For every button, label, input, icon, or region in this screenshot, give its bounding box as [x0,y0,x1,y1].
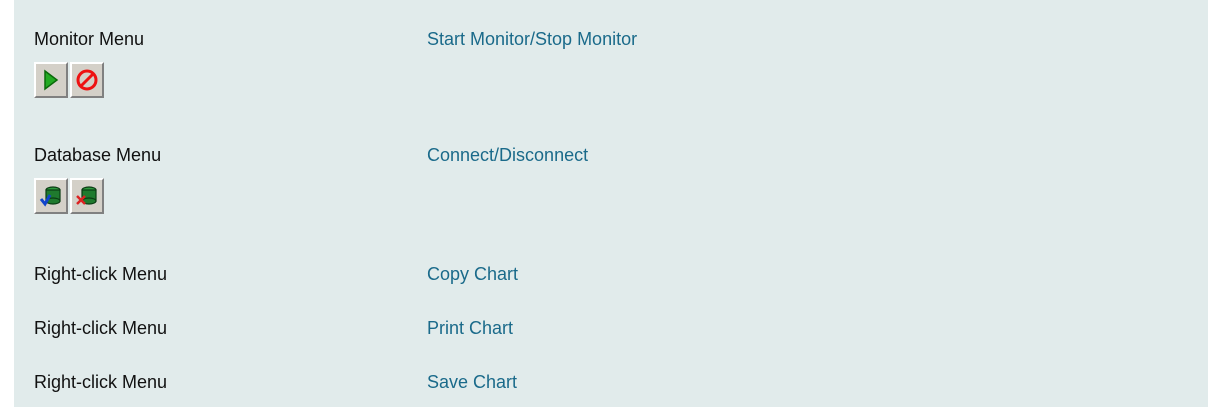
database-connect-button[interactable] [34,178,68,214]
database-disconnect-icon [76,186,97,205]
stop-monitor-icon [76,69,98,91]
action-link-save-chart[interactable]: Save Chart [427,372,517,392]
action-link-start-stop-monitor[interactable]: Start Monitor/Stop Monitor [427,29,637,49]
database-toolbar [34,178,104,214]
menu-name: Right-click Menu [34,372,168,392]
action-link-copy-chart[interactable]: Copy Chart [427,264,518,284]
menu-reference-table: Monitor Menu Start Monitor/Stop Monitor … [14,0,1208,407]
monitor-toolbar [34,62,104,98]
menu-name: Monitor Menu [34,29,145,49]
start-monitor-button[interactable] [34,62,68,98]
menu-name: Right-click Menu [34,318,168,338]
database-connect-icon [39,186,61,207]
action-link-connect-disconnect[interactable]: Connect/Disconnect [427,145,588,165]
menu-name: Database Menu [34,145,162,165]
start-monitor-icon [44,69,59,91]
database-disconnect-button[interactable] [70,178,104,214]
action-link-print-chart[interactable]: Print Chart [427,318,513,338]
menu-name: Right-click Menu [34,264,168,284]
stop-monitor-button[interactable] [70,62,104,98]
